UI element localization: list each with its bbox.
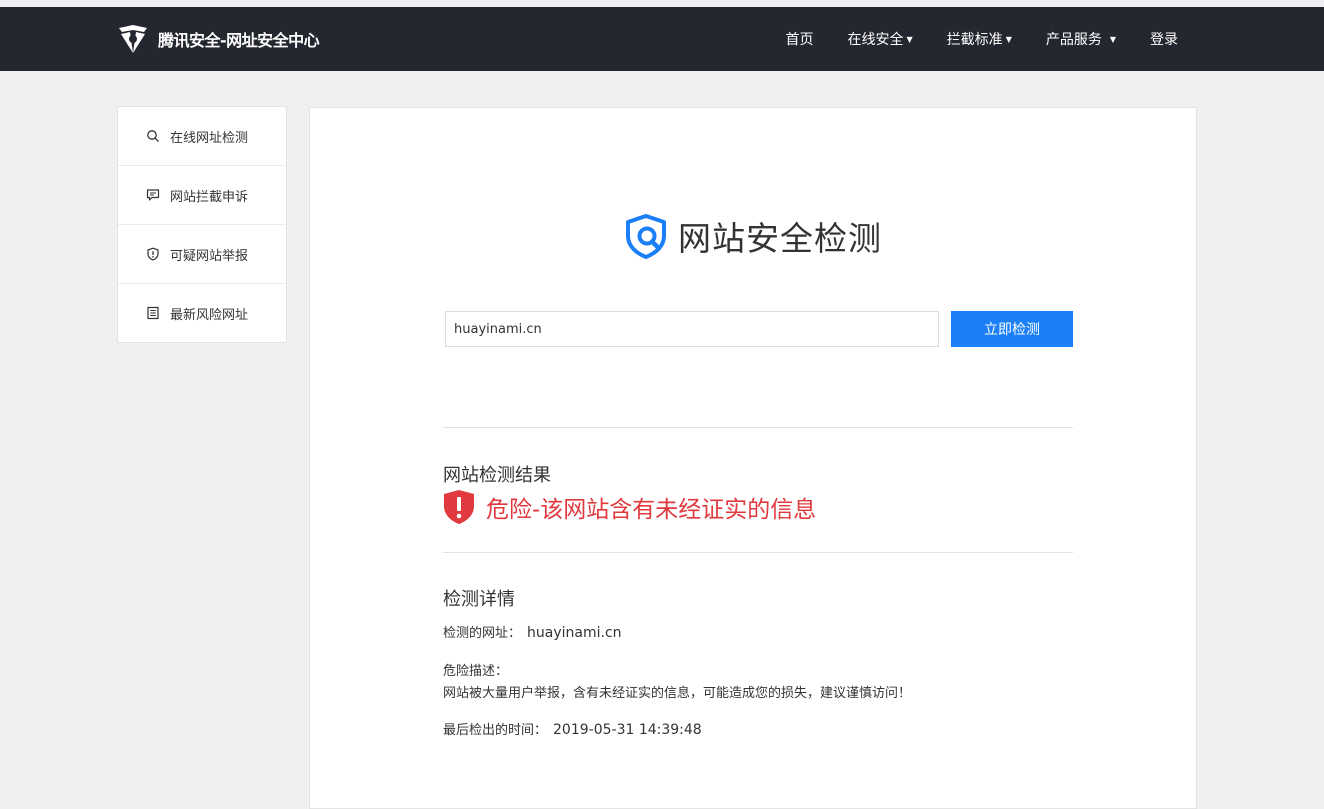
- danger-shield-icon: [444, 490, 474, 524]
- brand-link[interactable]: 腾讯安全-网址安全中心: [116, 21, 320, 57]
- hero-heading: 网站安全检测: [624, 212, 882, 260]
- nav-item-label: 登录: [1150, 32, 1178, 48]
- document-list-icon: [147, 306, 159, 320]
- details-section-title: 检测详情: [443, 589, 515, 610]
- divider: [443, 427, 1073, 428]
- sidebar-item-appeal[interactable]: 网站拦截申诉: [118, 166, 286, 225]
- page-title: 网站安全检测: [678, 219, 882, 258]
- sidebar-item-label: 在线网址检测: [170, 130, 249, 146]
- detail-time-label: 最后检出的时间：: [443, 723, 548, 738]
- sidebar-item-label: 网站拦截申诉: [170, 189, 249, 205]
- main-panel: 网站安全检测 立即检测 网站检测结果 危险-该网站含有未经证实的信息 检测详情 …: [309, 107, 1197, 809]
- sidebar-item-latest-risks[interactable]: 最新风险网址: [118, 284, 286, 342]
- shield-alert-icon: [147, 247, 159, 261]
- nav-item-label: 产品服务: [1045, 32, 1102, 48]
- divider: [443, 552, 1073, 553]
- danger-status-text: 危险-该网站含有未经证实的信息: [486, 497, 817, 523]
- sidebar-item-report[interactable]: 可疑网站举报: [118, 225, 286, 284]
- detail-time-value: 2019-05-31 14:39:48: [553, 722, 702, 738]
- nav-item-online-security[interactable]: 在线安全 ▼: [848, 29, 913, 49]
- caret-down-icon: ▼: [906, 34, 913, 44]
- detail-desc-text: 网站被大量用户举报，含有未经证实的信息，可能造成您的损失，建议谨慎访问！: [443, 686, 912, 701]
- nav-item-login[interactable]: 登录: [1150, 29, 1178, 49]
- shield-search-logo-icon: [626, 214, 666, 259]
- main-nav: 首页 在线安全 ▼ 拦截标准 ▼ 产品服务 ▼ 登录: [752, 7, 1178, 71]
- nav-item-label: 拦截标准: [946, 32, 1003, 48]
- nav-item-label: 在线安全: [847, 32, 904, 48]
- url-search-input[interactable]: [445, 311, 939, 347]
- sidebar-item-url-check[interactable]: 在线网址检测: [118, 107, 286, 166]
- nav-item-blocking-standards[interactable]: 拦截标准 ▼: [947, 29, 1012, 49]
- detail-url-value: huayinami.cn: [527, 625, 622, 641]
- detail-url-row: 检测的网址： huayinami.cn: [443, 622, 622, 641]
- top-navbar: 腾讯安全-网址安全中心 首页 在线安全 ▼ 拦截标准 ▼ 产品服务 ▼ 登录: [0, 7, 1324, 71]
- search-icon: [147, 130, 159, 142]
- check-now-button[interactable]: 立即检测: [951, 311, 1073, 347]
- brand-title: 腾讯安全-网址安全中心: [158, 31, 320, 50]
- nav-item-label: 首页: [785, 32, 814, 48]
- chat-icon: [146, 189, 160, 201]
- sidebar-item-label: 可疑网站举报: [170, 248, 249, 264]
- detail-desc-label: 危险描述：: [443, 664, 509, 679]
- nav-item-home[interactable]: 首页: [786, 29, 814, 49]
- detail-time-row: 最后检出的时间： 2019-05-31 14:39:48: [443, 719, 702, 738]
- nav-item-products[interactable]: 产品服务 ▼: [1046, 29, 1116, 49]
- detail-url-label: 检测的网址：: [443, 626, 522, 641]
- sidebar: 在线网址检测 网站拦截申诉 可疑网站举报 最新风险网址: [117, 106, 287, 343]
- tencent-security-logo-icon: [119, 25, 147, 53]
- caret-down-icon: ▼: [1005, 34, 1012, 44]
- caret-down-icon: ▼: [1109, 34, 1116, 44]
- sidebar-item-label: 最新风险网址: [170, 307, 249, 323]
- result-status: 危险-该网站含有未经证实的信息: [443, 489, 816, 525]
- result-section-title: 网站检测结果: [443, 465, 551, 486]
